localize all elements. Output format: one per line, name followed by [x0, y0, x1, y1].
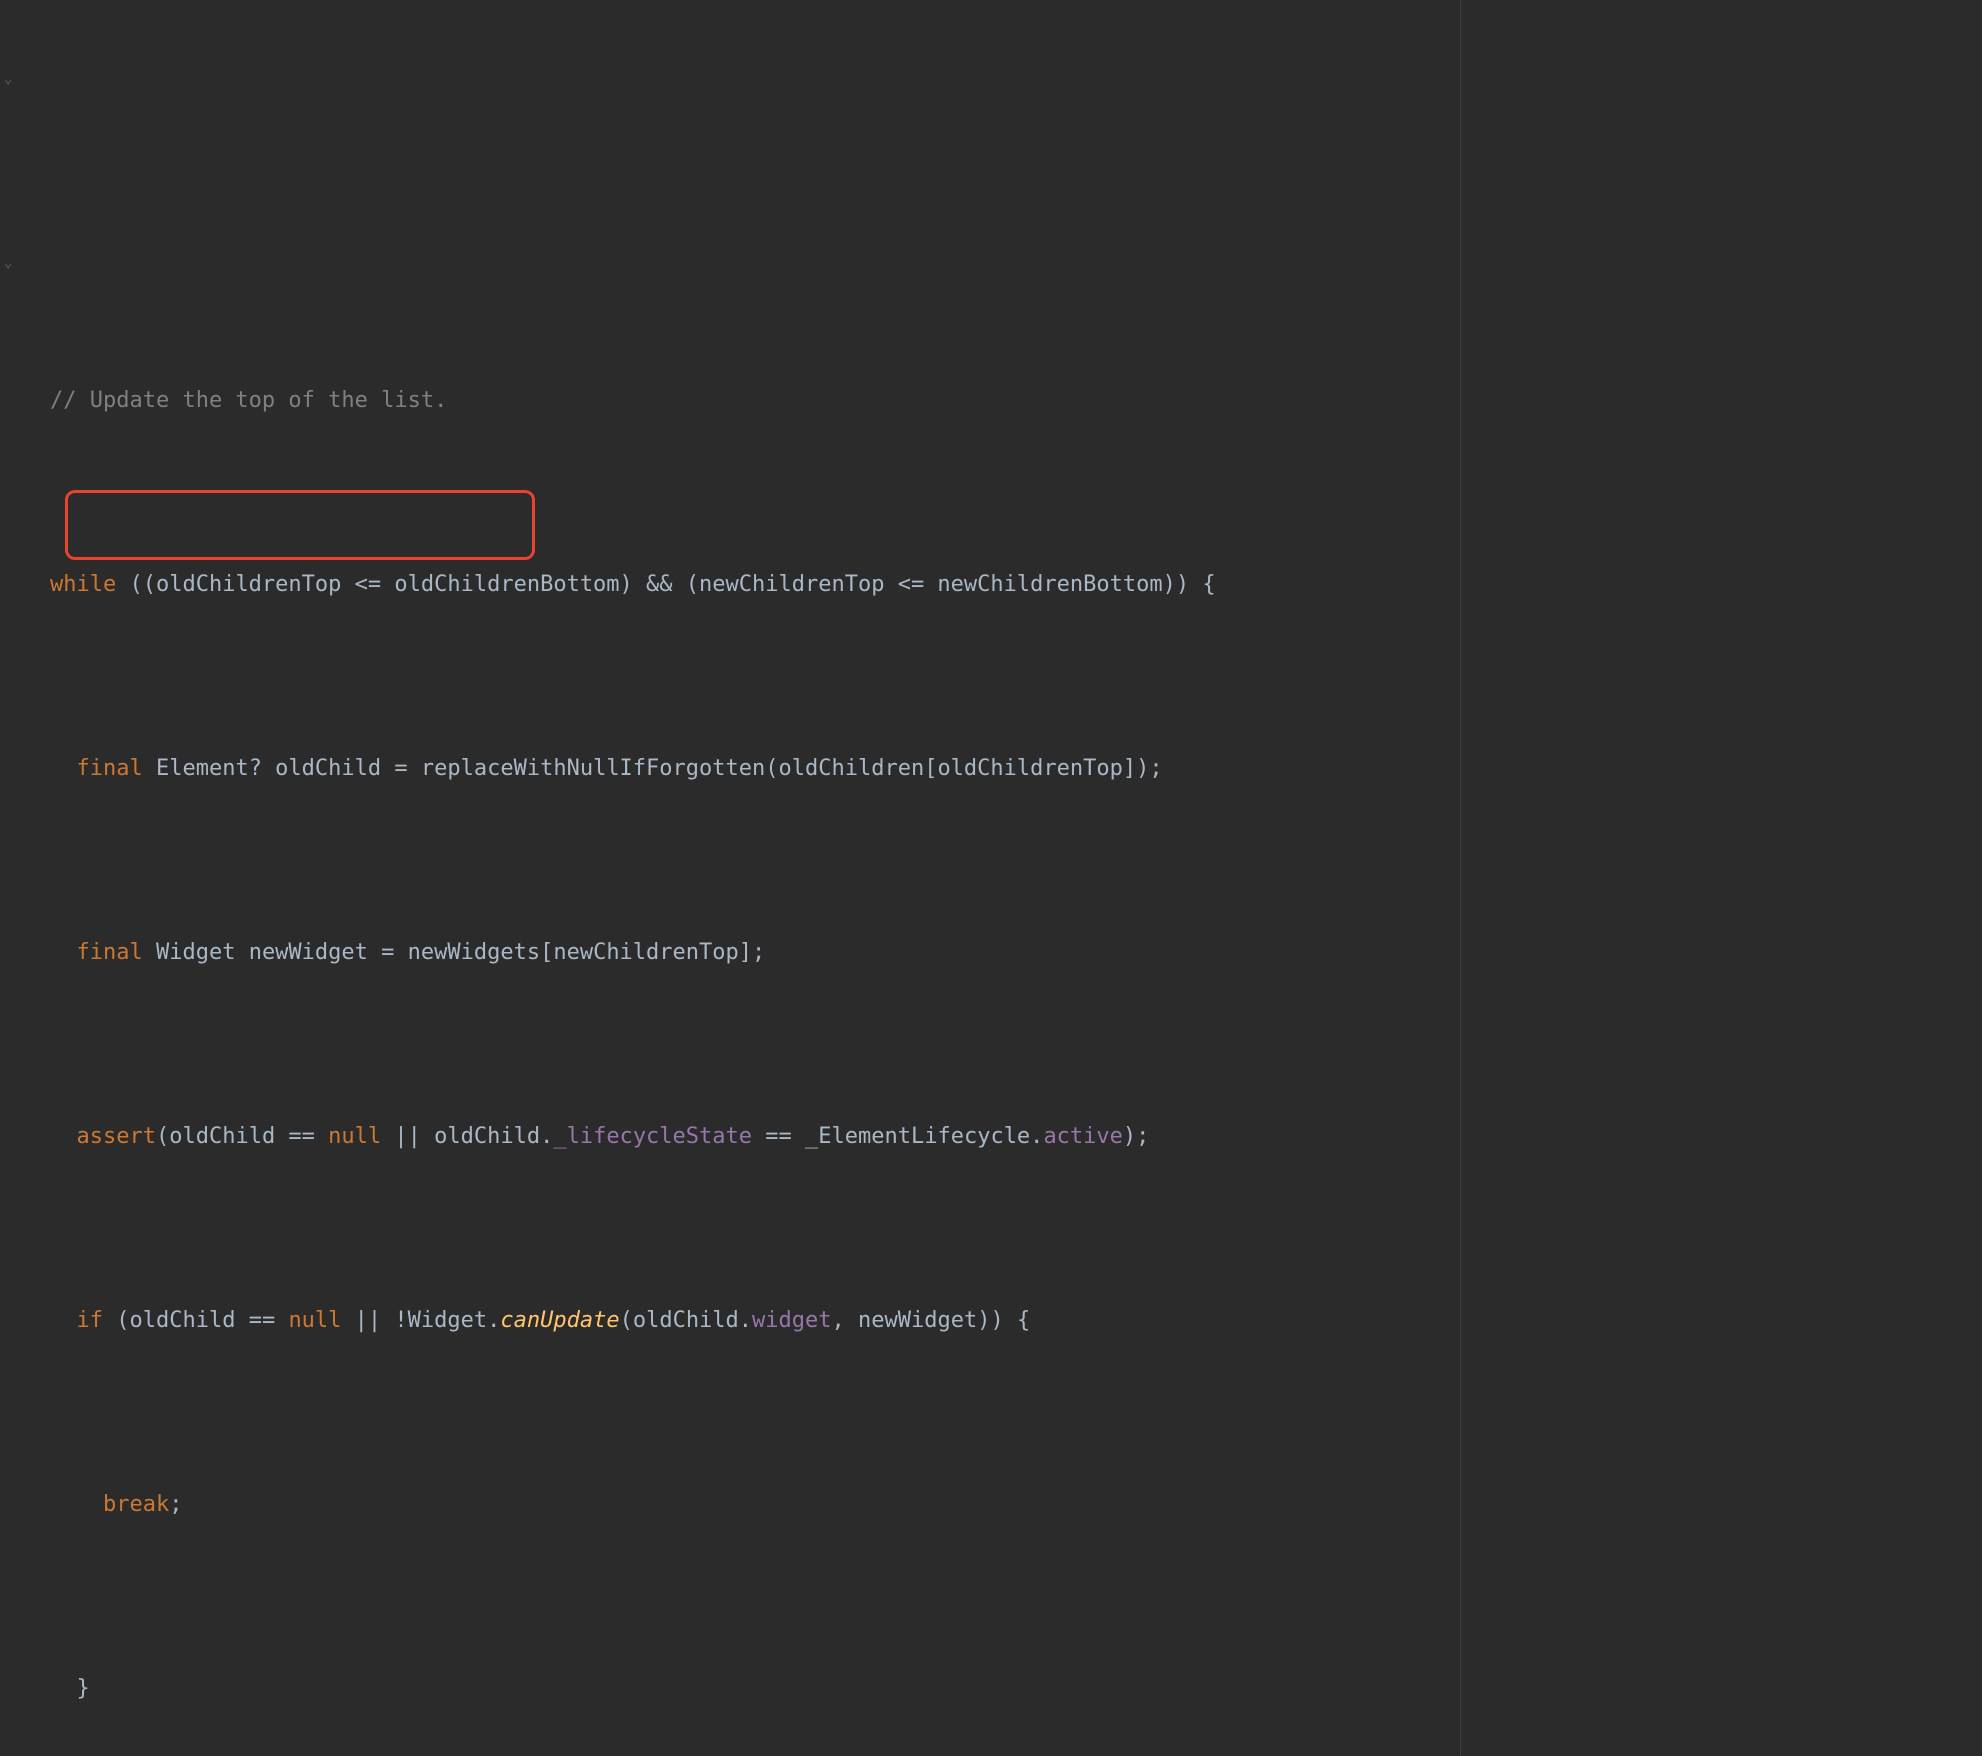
code-text: , newWidget)) { — [832, 1308, 1031, 1333]
code-line[interactable]: final Widget newWidget = newWidgets[newC… — [50, 930, 1982, 976]
field-token: _lifecycleState — [553, 1124, 752, 1149]
indent — [50, 940, 77, 965]
keyword-token: null — [328, 1124, 381, 1149]
field-token: active — [1043, 1124, 1122, 1149]
indent — [50, 1124, 77, 1149]
keyword-token: final — [77, 940, 143, 965]
code-text: Element? oldChild = replaceWithNullIfFor… — [143, 756, 1163, 781]
code-line[interactable]: assert(oldChild == null || oldChild._lif… — [50, 1114, 1982, 1160]
code-line[interactable]: final Element? oldChild = replaceWithNul… — [50, 746, 1982, 792]
code-line[interactable]: while ((oldChildrenTop <= oldChildrenBot… — [50, 562, 1982, 608]
code-text: ((oldChildrenTop <= oldChildrenBottom) &… — [116, 572, 1215, 597]
indent — [50, 1492, 103, 1517]
code-text: || oldChild. — [381, 1124, 553, 1149]
right-margin-guide — [1460, 0, 1461, 1756]
code-text: == _ElementLifecycle. — [752, 1124, 1043, 1149]
annotation-box — [65, 490, 535, 560]
code-editor[interactable]: ⌄ ⌄ // Update the top of the list. while… — [0, 0, 1982, 1756]
code-line[interactable]: if (oldChild == null || !Widget.canUpdat… — [50, 1298, 1982, 1344]
code-text: (oldChild == — [156, 1124, 328, 1149]
code-text: (oldChild. — [620, 1308, 752, 1333]
field-token: widget — [752, 1308, 831, 1333]
indent — [50, 756, 77, 781]
fold-caret-icon[interactable]: ⌄ — [4, 56, 12, 102]
keyword-token: null — [288, 1308, 341, 1333]
keyword-token: while — [50, 572, 116, 597]
code-line[interactable]: } — [50, 1666, 1982, 1712]
code-text: ); — [1123, 1124, 1150, 1149]
static-method-token: canUpdate — [500, 1308, 619, 1333]
code-text: ; — [169, 1492, 182, 1517]
keyword-token: if — [77, 1308, 104, 1333]
code-line[interactable]: // Update the top of the list. — [50, 378, 1982, 424]
keyword-token: break — [103, 1492, 169, 1517]
fold-caret-icon[interactable]: ⌄ — [4, 240, 12, 286]
code-line[interactable]: break; — [50, 1482, 1982, 1528]
indent — [50, 1308, 77, 1333]
keyword-token: assert — [77, 1124, 156, 1149]
code-text: } — [50, 1676, 90, 1701]
code-text: || !Widget. — [341, 1308, 500, 1333]
code-text: Widget newWidget = newWidgets[newChildre… — [143, 940, 766, 965]
code-text: (oldChild == — [103, 1308, 288, 1333]
comment-token: // Update the top of the list. — [50, 388, 447, 413]
keyword-token: final — [77, 756, 143, 781]
